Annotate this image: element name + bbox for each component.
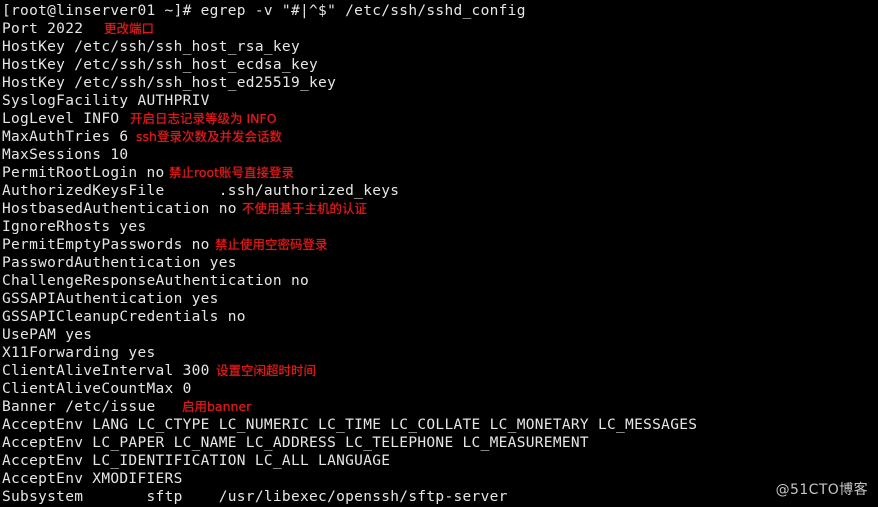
line-text: Port 2022 xyxy=(2,21,84,37)
terminal-output-line: AcceptEnv LC_PAPER LC_NAME LC_ADDRESS LC… xyxy=(2,434,878,452)
line-text: UsePAM yes xyxy=(2,327,93,343)
terminal-output-line: Banner /etc/issue 启用banner xyxy=(2,398,878,416)
line-text: AcceptEnv LC_PAPER LC_NAME LC_ADDRESS LC… xyxy=(2,435,589,451)
terminal-output-line: Subsystem sftp /usr/libexec/openssh/sftp… xyxy=(2,488,878,506)
line-text: GSSAPICleanupCredentials no xyxy=(2,309,246,325)
terminal-output-line: X11Forwarding yes xyxy=(2,344,878,362)
line-text: GSSAPIAuthentication yes xyxy=(2,291,219,307)
terminal-output-line: HostbasedAuthentication no 不使用基于主机的认证 xyxy=(2,200,878,218)
terminal-output-line: PasswordAuthentication yes xyxy=(2,254,878,272)
line-text: PermitEmptyPasswords no xyxy=(2,237,210,253)
line-text: ChallengeResponseAuthentication no xyxy=(2,273,310,289)
annotation-text: 启用banner xyxy=(182,399,252,414)
line-text: HostKey /etc/ssh/ssh_host_rsa_key xyxy=(2,39,300,55)
terminal-output: [root@linserver01 ~]# egrep -v "#|^$" /e… xyxy=(0,0,878,506)
terminal-output-line: UsePAM yes xyxy=(2,326,878,344)
line-text: ClientAliveCountMax 0 xyxy=(2,381,192,397)
annotation-text: 禁止使用空密码登录 xyxy=(215,237,328,252)
annotation-text: 禁止root账号直接登录 xyxy=(169,165,295,180)
line-text: [root@linserver01 ~]# egrep -v "#|^$" /e… xyxy=(2,3,526,19)
annotation-text: 更改端口 xyxy=(104,21,155,36)
line-text: HostbasedAuthentication no xyxy=(2,201,237,217)
annotation-text: ssh登录次数及并发会话数 xyxy=(136,129,282,144)
terminal-output-line: GSSAPIAuthentication yes xyxy=(2,290,878,308)
terminal-output-line: MaxSessions 10 xyxy=(2,146,878,164)
line-text: HostKey /etc/ssh/ssh_host_ecdsa_key xyxy=(2,57,319,73)
terminal-output-line: AcceptEnv LC_IDENTIFICATION LC_ALL LANGU… xyxy=(2,452,878,470)
line-text: MaxAuthTries 6 xyxy=(2,129,129,145)
terminal-window[interactable]: [root@linserver01 ~]# egrep -v "#|^$" /e… xyxy=(0,0,878,507)
line-text: AcceptEnv LC_IDENTIFICATION LC_ALL LANGU… xyxy=(2,453,391,469)
terminal-output-line: PermitEmptyPasswords no 禁止使用空密码登录 xyxy=(2,236,878,254)
line-text: Subsystem sftp /usr/libexec/openssh/sftp… xyxy=(2,489,508,505)
annotation-text: 开启日志记录等级为 INFO xyxy=(130,111,277,126)
terminal-output-line: HostKey /etc/ssh/ssh_host_ed25519_key xyxy=(2,74,878,92)
terminal-output-line: LogLevel INFO 开启日志记录等级为 INFO xyxy=(2,110,878,128)
line-text: ClientAliveInterval 300 xyxy=(2,363,210,379)
terminal-command-line: [root@linserver01 ~]# egrep -v "#|^$" /e… xyxy=(2,2,878,20)
line-text: PermitRootLogin no xyxy=(2,165,165,181)
annotation-text: 不使用基于主机的认证 xyxy=(242,201,368,216)
terminal-output-line: HostKey /etc/ssh/ssh_host_rsa_key xyxy=(2,38,878,56)
line-text: AcceptEnv XMODIFIERS xyxy=(2,471,183,487)
terminal-output-line: HostKey /etc/ssh/ssh_host_ecdsa_key xyxy=(2,56,878,74)
line-text: AuthorizedKeysFile .ssh/authorized_keys xyxy=(2,183,400,199)
line-text: PasswordAuthentication yes xyxy=(2,255,237,271)
line-text: HostKey /etc/ssh/ssh_host_ed25519_key xyxy=(2,75,337,91)
terminal-output-line: ClientAliveInterval 300 设置空闲超时时间 xyxy=(2,362,878,380)
terminal-output-line: SyslogFacility AUTHPRIV xyxy=(2,92,878,110)
annotation-text: 设置空闲超时时间 xyxy=(216,363,317,378)
terminal-output-line: ChallengeResponseAuthentication no xyxy=(2,272,878,290)
terminal-output-line: IgnoreRhosts yes xyxy=(2,218,878,236)
terminal-output-line: GSSAPICleanupCredentials no xyxy=(2,308,878,326)
line-text: SyslogFacility AUTHPRIV xyxy=(2,93,210,109)
line-text: AcceptEnv LANG LC_CTYPE LC_NUMERIC LC_TI… xyxy=(2,417,698,433)
terminal-output-line: PermitRootLogin no 禁止root账号直接登录 xyxy=(2,164,878,182)
line-text: LogLevel INFO xyxy=(2,111,120,127)
line-text: Banner /etc/issue xyxy=(2,399,156,415)
terminal-output-line: AcceptEnv LANG LC_CTYPE LC_NUMERIC LC_TI… xyxy=(2,416,878,434)
line-text: MaxSessions 10 xyxy=(2,147,129,163)
terminal-output-line: MaxAuthTries 6 ssh登录次数及并发会话数 xyxy=(2,128,878,146)
watermark: @51CTO博客 xyxy=(775,482,868,498)
terminal-output-line: Port 2022 更改端口 xyxy=(2,20,878,38)
terminal-output-line: AcceptEnv XMODIFIERS xyxy=(2,470,878,488)
line-text: IgnoreRhosts yes xyxy=(2,219,147,235)
terminal-output-line: AuthorizedKeysFile .ssh/authorized_keys xyxy=(2,182,878,200)
line-text: X11Forwarding yes xyxy=(2,345,156,361)
terminal-output-line: ClientAliveCountMax 0 xyxy=(2,380,878,398)
